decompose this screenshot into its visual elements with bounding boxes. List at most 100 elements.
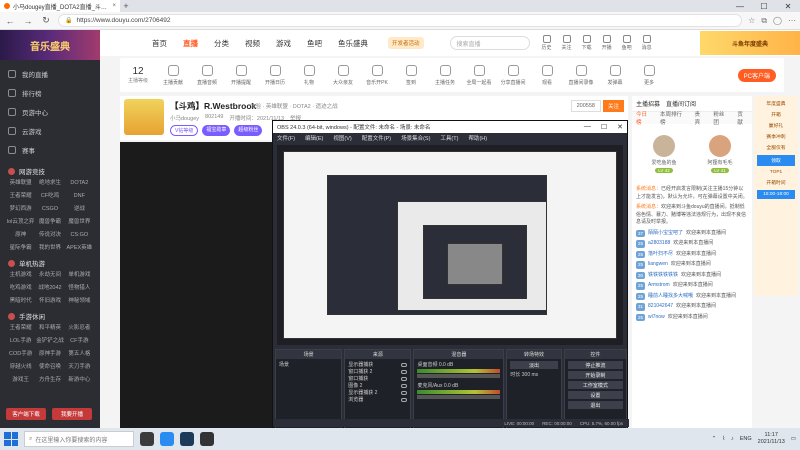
game-link[interactable]: 王者荣耀 (6, 191, 35, 201)
obs-maximize-button[interactable]: ☐ (601, 123, 607, 131)
game-link[interactable]: 原神手游 (35, 349, 64, 359)
username[interactable]: 铁铁铁铁铁铁 (648, 272, 678, 280)
nav-home[interactable]: 首页 (152, 38, 167, 49)
game-link[interactable]: 怪物猎人 (65, 283, 94, 293)
eye-icon[interactable] (401, 383, 408, 388)
history-button[interactable]: 历史 (542, 35, 552, 51)
sidebar-item-cloud-game[interactable]: 云游戏 (0, 121, 100, 140)
new-tab-button[interactable]: + (120, 1, 132, 11)
exit-button[interactable]: 退出 (567, 401, 623, 409)
tag-badge[interactable]: V钻等级 (170, 125, 199, 136)
tab-close-icon[interactable]: × (112, 3, 116, 9)
game-link[interactable]: 天刀手游 (65, 362, 94, 372)
game-link[interactable]: 绝地求生 (35, 178, 64, 188)
game-link[interactable]: 魔兽争霸 (35, 217, 64, 227)
go-live-button[interactable]: 开播 (602, 35, 612, 51)
game-link[interactable]: 吃鸡游戏 (6, 283, 35, 293)
anchor-avatar[interactable] (124, 99, 164, 135)
taskbar-search[interactable]: ⌕ 在这里输入你要搜索的内容 (24, 431, 134, 447)
start-button[interactable] (4, 432, 18, 446)
game-link[interactable]: 魔兽世界 (65, 217, 94, 227)
game-link[interactable]: CF手游 (65, 336, 94, 346)
game-link[interactable]: 王者荣耀 (6, 323, 35, 333)
minimize-button[interactable]: — (728, 2, 752, 11)
obs-menu-profile[interactable]: 配置文件(P) (362, 134, 391, 142)
game-link[interactable]: 原神 (6, 230, 35, 240)
tool-share[interactable]: 分享直播间 (496, 64, 530, 86)
owner-name[interactable]: 小马dougey (170, 114, 199, 122)
source-item[interactable]: 显示器捕获 (348, 361, 408, 368)
tool-pk[interactable]: 音乐开PK (360, 64, 394, 86)
game-link[interactable]: 黑暗时代 (6, 296, 35, 306)
eye-icon[interactable] (401, 397, 408, 402)
favorite-icon[interactable]: ☆ (748, 16, 755, 26)
source-item[interactable]: 图像 2 (348, 382, 408, 389)
volume-icon[interactable]: ♪ (731, 436, 734, 442)
obs-preview-canvas[interactable] (277, 145, 623, 345)
room-category[interactable]: 体验 · 英雄联盟 · DOTA2 · 遗迹之战 (250, 102, 338, 110)
nav-category[interactable]: 分类 (214, 38, 229, 49)
game-link[interactable]: 逆战 (65, 204, 94, 214)
username[interactable]: 821042647 (648, 303, 673, 311)
game-link[interactable]: DNF (65, 191, 94, 201)
game-link[interactable]: COD手游 (6, 349, 35, 359)
volume-slider[interactable] (417, 374, 501, 378)
game-link[interactable]: 传说对决 (35, 230, 64, 240)
download-button[interactable]: 下载 (582, 35, 592, 51)
game-link[interactable]: CS:GO (65, 230, 94, 240)
game-link[interactable]: 我的世界 (35, 243, 64, 253)
developer-badge[interactable]: 开发者活动 (388, 37, 424, 49)
start-record-button[interactable]: 开始录制 (567, 371, 623, 379)
game-link[interactable]: 方舟生存 (35, 375, 64, 385)
language-indicator[interactable]: ENG (740, 436, 752, 442)
nav-live[interactable]: 直播 (183, 38, 198, 49)
obs-menu-tools[interactable]: 工具(T) (440, 134, 458, 142)
close-window-button[interactable]: ✕ (776, 2, 800, 11)
network-icon[interactable]: ⌇ (722, 436, 725, 442)
game-link[interactable]: 星际争霸 (6, 243, 35, 253)
game-link[interactable]: 神秘领域 (65, 296, 94, 306)
username[interactable]: 陌陌小宝宝吧了 (648, 230, 683, 238)
obs-menu-view[interactable]: 视图(V) (333, 134, 351, 142)
tool-more[interactable]: 更多 (632, 64, 666, 86)
tool-task[interactable]: 主播任务 (428, 64, 462, 86)
tab-vip[interactable]: 贵宾 (695, 110, 706, 126)
notification-icon[interactable]: ▭ (791, 436, 796, 442)
fan-card[interactable]: 爱吃鱼的鱼 LV 42 (651, 135, 677, 173)
tool-watch-together[interactable]: 全局一起看 (462, 64, 496, 86)
nav-fishbar[interactable]: 鱼吧 (307, 38, 322, 49)
task-view-icon[interactable] (140, 432, 154, 446)
game-link[interactable]: APEX英雄 (65, 243, 94, 253)
scene-item[interactable]: 场景 (279, 361, 338, 368)
message-button[interactable]: 消息 (642, 35, 652, 51)
eye-icon[interactable] (401, 369, 408, 374)
nav-game[interactable]: 游戏 (276, 38, 291, 49)
tool-calendar[interactable]: 开播日历 (258, 64, 292, 86)
username[interactable]: liangwen (648, 261, 668, 269)
tag-badge[interactable]: 超级粉丝 (234, 125, 263, 136)
game-link[interactable]: 英雄联盟 (6, 178, 35, 188)
follow-button[interactable]: 关注 (602, 100, 624, 112)
game-link[interactable]: 第五人格 (65, 349, 94, 359)
tool-friends[interactable]: 大众亲友 (326, 64, 360, 86)
tab-week[interactable]: 本周排行榜 (660, 110, 687, 126)
game-link[interactable]: 火影忍者 (65, 323, 94, 333)
profile-icon[interactable]: ◯ (773, 16, 782, 26)
forward-icon[interactable]: → (22, 16, 34, 26)
obs-app-icon[interactable] (200, 432, 214, 446)
side-promo[interactable]: 年度盛典 开箱 赢好礼 赛季冲刺 全服仅有 领取 TOP1 开箱时间 15:00… (754, 96, 798, 296)
site-logo[interactable]: 音乐盛典 (0, 30, 100, 60)
username[interactable]: 落叶扫不尽 (648, 251, 673, 259)
tool-gift[interactable]: 礼物 (292, 64, 326, 86)
edge-app-icon[interactable] (160, 432, 174, 446)
more-icon[interactable]: ⋯ (788, 16, 796, 26)
eye-icon[interactable] (401, 390, 408, 395)
back-icon[interactable]: ← (4, 16, 16, 26)
obs-menu-scenes[interactable]: 场景集合(S) (401, 134, 430, 142)
tool-remind[interactable]: 开播提醒 (224, 64, 258, 86)
tool-watch[interactable]: 观看 (530, 64, 564, 86)
tray-up-icon[interactable]: ⌃ (712, 436, 717, 442)
tool-record[interactable]: 直播间录像 (564, 64, 598, 86)
game-link[interactable]: 游戏王 (6, 375, 35, 385)
sidebar-item-my-live[interactable]: 我的直播 (0, 64, 100, 83)
